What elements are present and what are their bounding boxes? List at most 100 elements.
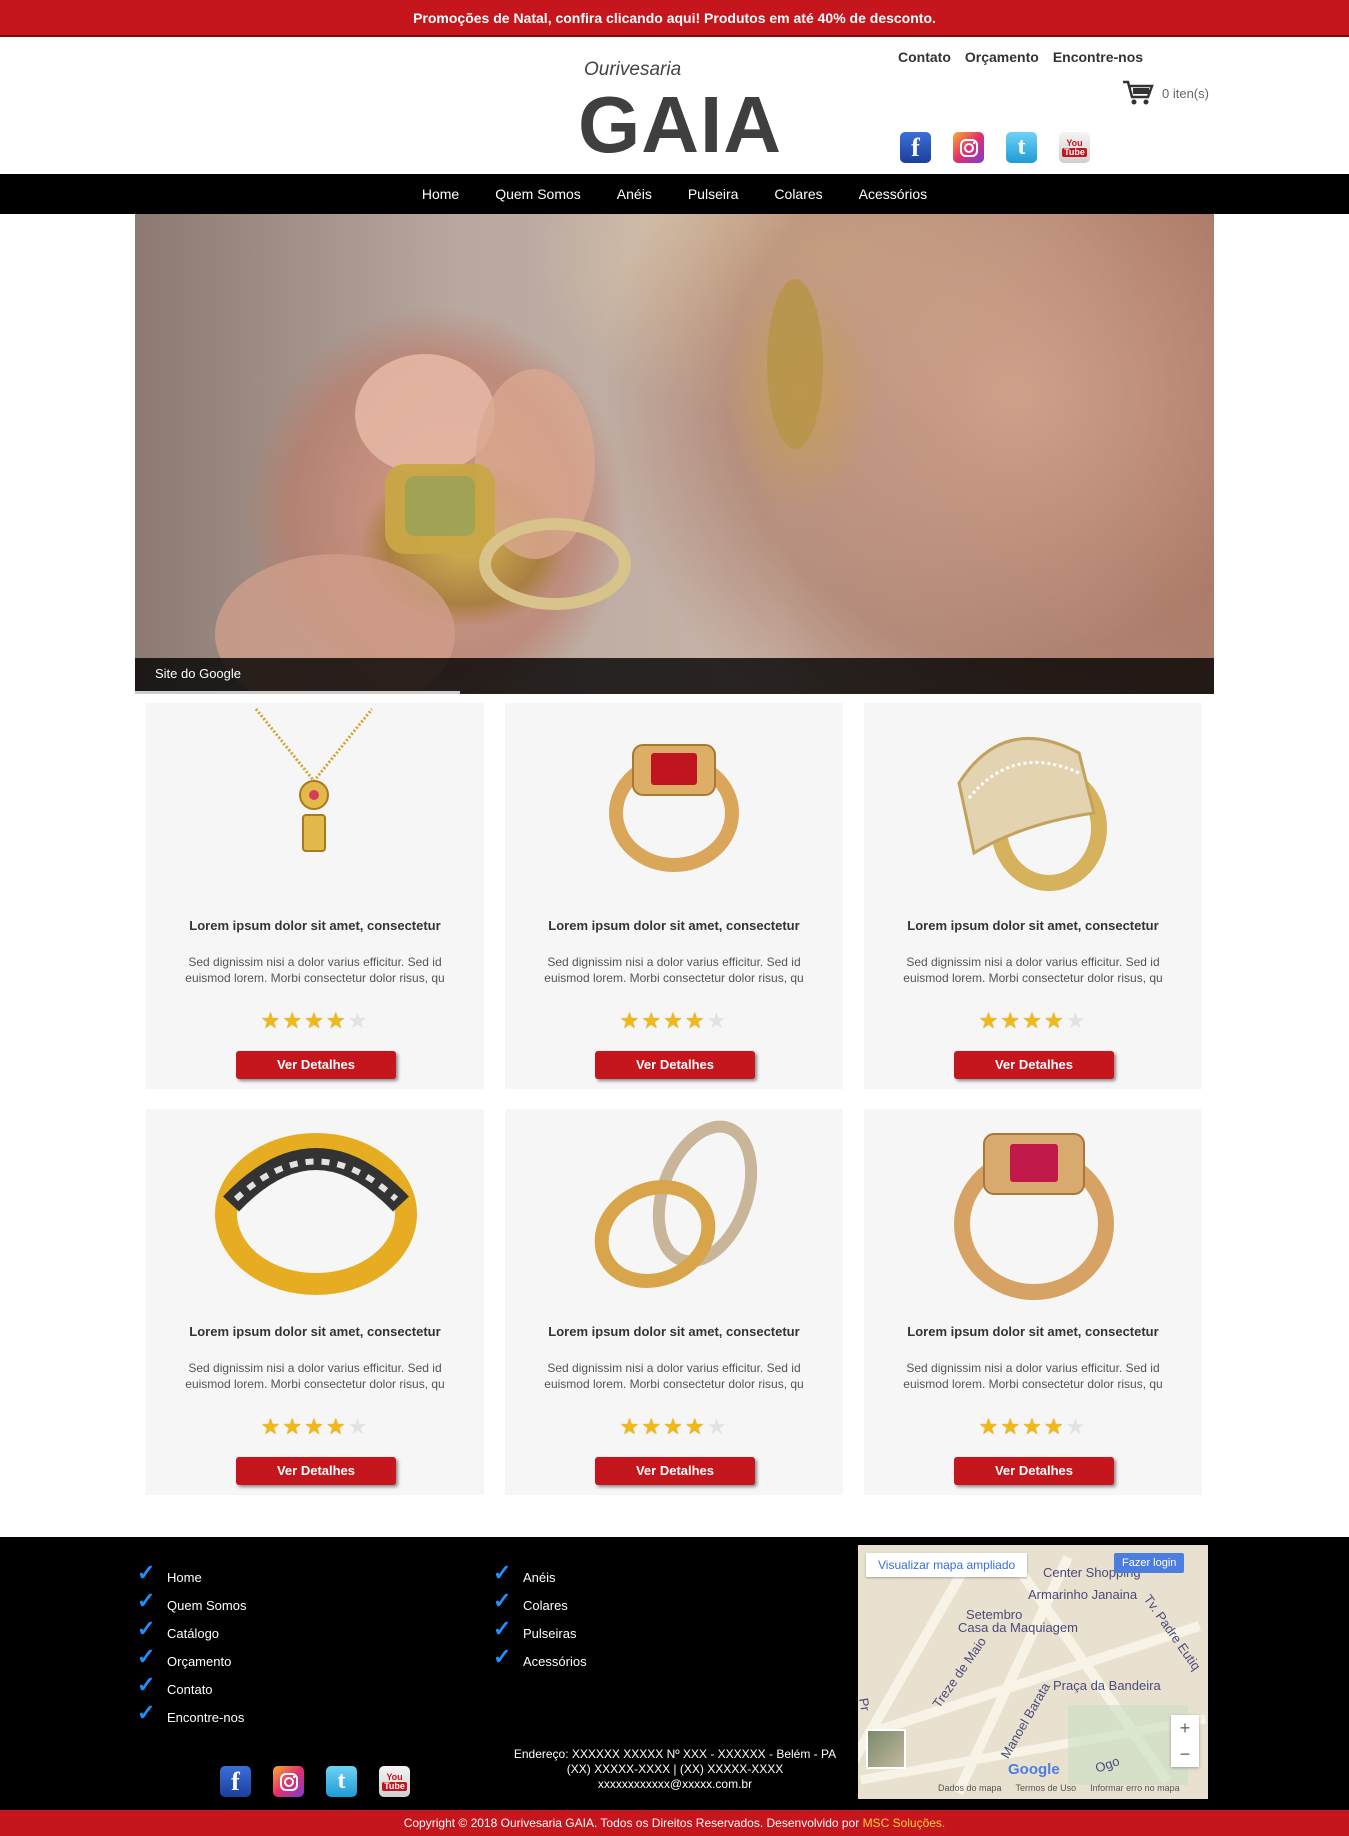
youtube-icon[interactable]: You Tube (1059, 132, 1090, 163)
view-details-button[interactable]: Ver Detalhes (954, 1457, 1114, 1485)
nav-pulseira[interactable]: Pulseira (670, 186, 757, 202)
footer-link-quem-somos[interactable]: ✓ Quem Somos (137, 1588, 246, 1619)
nav-acessorios[interactable]: Acessórios (841, 186, 945, 202)
google-logo: Google (1008, 1761, 1060, 1778)
copyright-bar: Copyright © 2018 Ourivesaria GAIA. Todos… (0, 1810, 1349, 1836)
hero-progress (135, 691, 460, 694)
check-icon: ✓ (493, 1588, 512, 1613)
footer-address: Endereço: XXXXXX XXXXX Nº XXX - XXXXXX -… (480, 1747, 870, 1792)
view-larger-map-button[interactable]: Visualizar mapa ampliado (866, 1553, 1028, 1577)
promo-banner[interactable]: Promoções de Natal, confira clicando aqu… (0, 0, 1349, 37)
map-place-label: Armarinho Janaina (1028, 1587, 1138, 1602)
top-links: Contato Orçamento Encontre-nos (898, 49, 1143, 65)
copyright-text: Copyright © 2018 Ourivesaria GAIA. Todos… (403, 1816, 863, 1830)
product-title: Lorem ipsum dolor sit amet, consectetur (548, 1324, 800, 1339)
main-nav: Home Quem Somos Anéis Pulseira Colares A… (0, 174, 1349, 214)
footer-link-catalogo[interactable]: ✓ Catálogo (137, 1616, 246, 1647)
gold-band-ring-icon (215, 1133, 417, 1295)
product-description: Sed dignissim nisi a dolor varius effici… (544, 1361, 804, 1391)
check-icon: ✓ (493, 1644, 512, 1669)
cart-icon[interactable] (1122, 79, 1154, 107)
facebook-icon[interactable]: f (900, 132, 931, 163)
check-icon: ✓ (137, 1588, 156, 1613)
footer-link-acessorios[interactable]: ✓ Acessórios (493, 1644, 587, 1675)
nav-aneis[interactable]: Anéis (599, 186, 670, 202)
view-details-button[interactable]: Ver Detalhes (236, 1457, 396, 1485)
check-icon: ✓ (137, 1700, 156, 1725)
email-line[interactable]: xxxxxxxxxxxx@xxxxx.com.br (480, 1777, 870, 1792)
developer-link[interactable]: MSC Soluções. (863, 1816, 946, 1830)
hero-ring-icon (215, 279, 823, 694)
necklace-icon (254, 708, 374, 852)
product-card: Lorem ipsum dolor sit amet, consectetur … (146, 1109, 484, 1495)
product-title: Lorem ipsum dolor sit amet, consectetur (548, 918, 800, 933)
product-title: Lorem ipsum dolor sit amet, consectetur (907, 918, 1159, 933)
map-footer: Dados do mapa Termos de Uso Informar err… (938, 1783, 1180, 1793)
check-icon: ✓ (137, 1644, 156, 1669)
footer-link-aneis[interactable]: ✓ Anéis (493, 1560, 587, 1591)
rating-stars: ★★★★★ (260, 1008, 370, 1033)
nav-colares[interactable]: Colares (756, 186, 840, 202)
nav-home[interactable]: Home (404, 186, 477, 202)
site-footer: ✓ Home ✓ Quem Somos ✓ Catálogo ✓ Orçamento ✓… (0, 1537, 1349, 1810)
check-icon: ✓ (493, 1616, 512, 1641)
link-encontre-nos[interactable]: Encontre-nos (1053, 49, 1143, 65)
facebook-icon[interactable]: f (220, 1766, 251, 1797)
cart-count[interactable]: 0 iten(s) (1162, 86, 1209, 101)
nav-quem-somos[interactable]: Quem Somos (477, 186, 599, 202)
check-icon: ✓ (493, 1560, 512, 1585)
map-satellite-toggle[interactable] (866, 1729, 906, 1769)
view-details-button[interactable]: Ver Detalhes (236, 1051, 396, 1079)
footer-link-encontre-nos[interactable]: ✓ Encontre-nos (137, 1700, 246, 1731)
check-icon: ✓ (137, 1560, 156, 1585)
address-line: Endereço: XXXXXX XXXXX Nº XXX - XXXXXX -… (513, 1747, 837, 1761)
footer-link-orcamento[interactable]: ✓ Orçamento (137, 1644, 246, 1675)
footer-links-col1: ✓ Home ✓ Quem Somos ✓ Catálogo ✓ Orçamento ✓… (137, 1560, 246, 1731)
phone-line: (XX) XXXXX-XXXX | (XX) XXXXX-XXXX (566, 1762, 784, 1776)
footer-link-pulseiras[interactable]: ✓ Pulseiras (493, 1616, 587, 1647)
map-data-link[interactable]: Dados do mapa (938, 1783, 1002, 1793)
wedding-rings-icon (594, 1120, 758, 1288)
product-description: Sed dignissim nisi a dolor varius effici… (185, 955, 445, 985)
footer-link-colares[interactable]: ✓ Colares (493, 1588, 587, 1619)
product-description: Sed dignissim nisi a dolor varius effici… (903, 1361, 1163, 1391)
zoom-out-button[interactable]: − (1171, 1741, 1199, 1767)
twitter-icon[interactable]: t (326, 1766, 357, 1797)
product-description: Sed dignissim nisi a dolor varius effici… (903, 955, 1163, 985)
footer-link-contato[interactable]: ✓ Contato (137, 1672, 246, 1703)
social-links-header: f t You Tube (900, 132, 1090, 163)
location-map[interactable]: Setembro Center Shopping Armarinho Janai… (858, 1545, 1208, 1799)
youtube-icon[interactable]: You Tube (379, 1766, 410, 1797)
view-details-button[interactable]: Ver Detalhes (954, 1051, 1114, 1079)
logo-title[interactable]: GAIA (578, 81, 782, 169)
rating-stars: ★★★★★ (260, 1414, 370, 1439)
twitter-icon[interactable]: t (1006, 132, 1037, 163)
footer-links-col2: ✓ Anéis ✓ Colares ✓ Pulseiras ✓ Acessórios (493, 1560, 587, 1675)
view-details-button[interactable]: Ver Detalhes (595, 1457, 755, 1485)
promo-text[interactable]: Promoções de Natal, confira clicando aqu… (413, 10, 936, 26)
map-place-label: Casa da Maquiagem (958, 1620, 1078, 1635)
ruby-ring-icon (609, 744, 739, 872)
view-details-button[interactable]: Ver Detalhes (595, 1051, 755, 1079)
instagram-icon[interactable] (953, 132, 984, 163)
logo-subtitle: Ourivesaria (584, 59, 682, 80)
hero-caption: Site do Google (155, 666, 242, 681)
instagram-icon[interactable] (273, 1766, 304, 1797)
map-terms-link[interactable]: Termos de Uso (1016, 1783, 1077, 1793)
map-login-button[interactable]: Fazer login (1114, 1553, 1185, 1573)
product-title: Lorem ipsum dolor sit amet, consectetur (189, 918, 441, 933)
hero-caption-bar: Site do Google (135, 658, 1214, 694)
product-title: Lorem ipsum dolor sit amet, consectetur (907, 1324, 1159, 1339)
hero-slider[interactable]: Site do Google (135, 214, 1214, 694)
link-orcamento[interactable]: Orçamento (965, 49, 1039, 65)
map-report-link[interactable]: Informar erro no mapa (1090, 1783, 1180, 1793)
zoom-in-button[interactable]: + (1171, 1715, 1199, 1741)
rating-stars: ★★★★★ (978, 1414, 1088, 1439)
product-title: Lorem ipsum dolor sit amet, consectetur (189, 1324, 441, 1339)
product-card: Lorem ipsum dolor sit amet, consectetur … (864, 703, 1202, 1089)
product-description: Sed dignissim nisi a dolor varius effici… (544, 955, 804, 985)
footer-link-home[interactable]: ✓ Home (137, 1560, 246, 1591)
check-icon: ✓ (137, 1616, 156, 1641)
link-contato[interactable]: Contato (898, 49, 951, 65)
cart[interactable]: 0 iten(s) (1122, 79, 1209, 107)
